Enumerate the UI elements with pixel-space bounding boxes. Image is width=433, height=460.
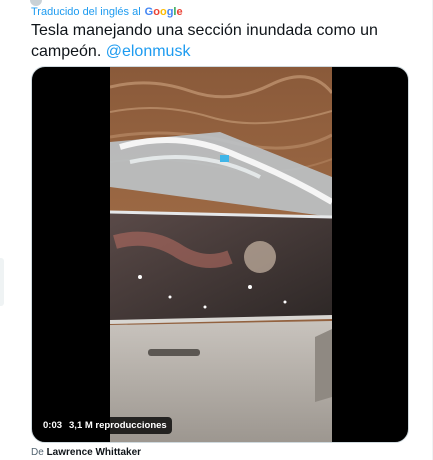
attribution-author[interactable]: Lawrence Whittaker — [47, 447, 141, 458]
video-elapsed-time: 0:03 — [43, 420, 63, 431]
mention-link[interactable]: @elonmusk — [106, 43, 191, 60]
tweet-text: Tesla manejando una sección inundada com… — [31, 20, 411, 62]
tweet-detail: Traducido del inglés al Google Tesla man… — [0, 0, 433, 460]
google-logo-icon: Google — [144, 6, 183, 18]
attribution-prefix: De — [31, 447, 44, 458]
tweet-body: Tesla manejando una sección inundada com… — [31, 22, 378, 60]
side-edge — [0, 258, 4, 306]
media-attribution: De Lawrence Whittaker — [31, 447, 141, 458]
video-stats-badge: 0:03 3,1 M reproducciones — [38, 417, 172, 434]
translation-notice[interactable]: Traducido del inglés al Google — [31, 6, 183, 18]
translation-label: Traducido del inglés al — [31, 6, 141, 18]
video-view-count: 3,1 M reproducciones — [69, 420, 167, 431]
video-frame[interactable] — [110, 67, 332, 442]
video-player[interactable]: 0:03 3,1 M reproducciones — [31, 66, 409, 443]
video-thumbnail — [110, 67, 332, 442]
